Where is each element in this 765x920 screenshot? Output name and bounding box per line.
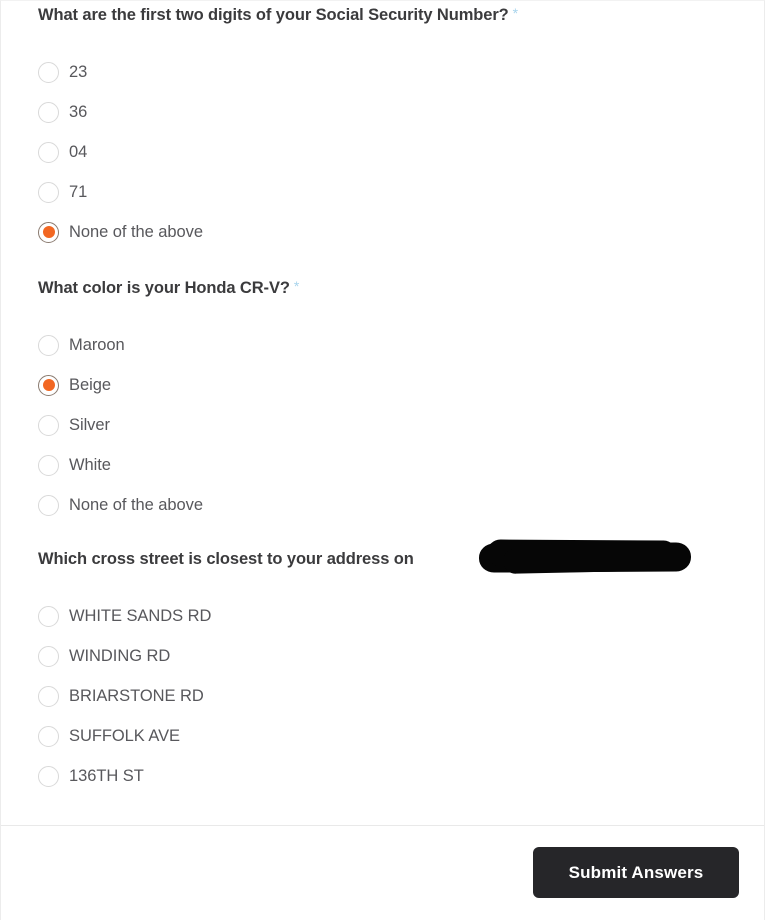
- radio-icon[interactable]: [38, 181, 59, 203]
- required-asterisk-icon: *: [293, 278, 300, 294]
- option-row[interactable]: SUFFOLK AVE: [38, 716, 744, 756]
- radio-icon[interactable]: [38, 765, 59, 787]
- options-list-cross-street: WHITE SANDS RD WINDING RD BRIARSTONE RD …: [38, 596, 744, 796]
- radio-icon[interactable]: [38, 454, 59, 476]
- question-title: What color is your Honda CR-V? *: [38, 278, 744, 298]
- submit-answers-button[interactable]: Submit Answers: [533, 847, 739, 898]
- question-title-text: Which cross street is closest to your ad…: [38, 550, 414, 568]
- question-title: What are the first two digits of your So…: [38, 5, 744, 25]
- radio-icon[interactable]: [38, 494, 59, 516]
- required-asterisk-icon: *: [512, 5, 518, 21]
- option-label: WHITE SANDS RD: [69, 607, 212, 625]
- option-row[interactable]: Maroon: [38, 325, 744, 365]
- radio-icon[interactable]: [38, 685, 59, 707]
- questions-body: What are the first two digits of your So…: [1, 1, 764, 825]
- option-row[interactable]: Silver: [38, 405, 744, 445]
- question-block-vehicle-color: What color is your Honda CR-V? * Maroon B…: [38, 278, 744, 525]
- form-footer: Submit Answers: [1, 826, 764, 920]
- option-row[interactable]: 71: [38, 172, 744, 212]
- option-label: BRIARSTONE RD: [69, 687, 204, 705]
- option-label: None of the above: [69, 496, 204, 514]
- option-label: 36: [69, 103, 88, 121]
- option-label: None of the above: [69, 223, 204, 241]
- radio-icon[interactable]: [38, 645, 59, 667]
- redaction-marker-overlay: [478, 542, 692, 573]
- option-label: Silver: [69, 416, 110, 434]
- radio-icon[interactable]: [38, 101, 59, 123]
- radio-icon[interactable]: [38, 725, 59, 747]
- radio-icon-selected[interactable]: [38, 374, 59, 396]
- option-label: White: [69, 456, 111, 474]
- option-row[interactable]: None of the above: [38, 485, 744, 525]
- option-row[interactable]: Beige: [38, 365, 744, 405]
- option-row[interactable]: WINDING RD: [38, 636, 744, 676]
- option-label: SUFFOLK AVE: [69, 727, 181, 745]
- options-list-ssn-digits: 23 36 04 71 None of the above: [38, 52, 744, 252]
- radio-icon[interactable]: [38, 141, 59, 163]
- option-row[interactable]: BRIARSTONE RD: [38, 676, 744, 716]
- option-label: WINDING RD: [69, 647, 171, 665]
- option-row[interactable]: 23: [38, 52, 744, 92]
- question-block-cross-street: Which cross street is closest to your ad…: [38, 549, 744, 796]
- option-label: 23: [69, 63, 88, 81]
- question-block-ssn-digits: What are the first two digits of your So…: [38, 5, 744, 252]
- option-label: 136TH ST: [69, 767, 144, 785]
- survey-card: What are the first two digits of your So…: [0, 0, 765, 920]
- radio-icon[interactable]: [38, 334, 59, 356]
- option-label: Beige: [69, 376, 111, 394]
- option-label: Maroon: [69, 336, 125, 354]
- question-title-text: What color is your Honda CR-V?: [38, 279, 290, 297]
- radio-icon[interactable]: [38, 605, 59, 627]
- option-row[interactable]: None of the above: [38, 212, 744, 252]
- radio-icon[interactable]: [38, 61, 59, 83]
- question-title-text: What are the first two digits of your So…: [38, 6, 509, 24]
- option-row[interactable]: 36: [38, 92, 744, 132]
- option-label: 71: [69, 183, 88, 201]
- option-row[interactable]: 136TH ST: [38, 756, 744, 796]
- option-label: 04: [69, 143, 88, 161]
- option-row[interactable]: WHITE SANDS RD: [38, 596, 744, 636]
- radio-icon[interactable]: [38, 414, 59, 436]
- option-row[interactable]: 04: [38, 132, 744, 172]
- radio-icon-selected[interactable]: [38, 221, 59, 243]
- option-row[interactable]: White: [38, 445, 744, 485]
- options-list-vehicle-color: Maroon Beige Silver White None of the ab…: [38, 325, 744, 525]
